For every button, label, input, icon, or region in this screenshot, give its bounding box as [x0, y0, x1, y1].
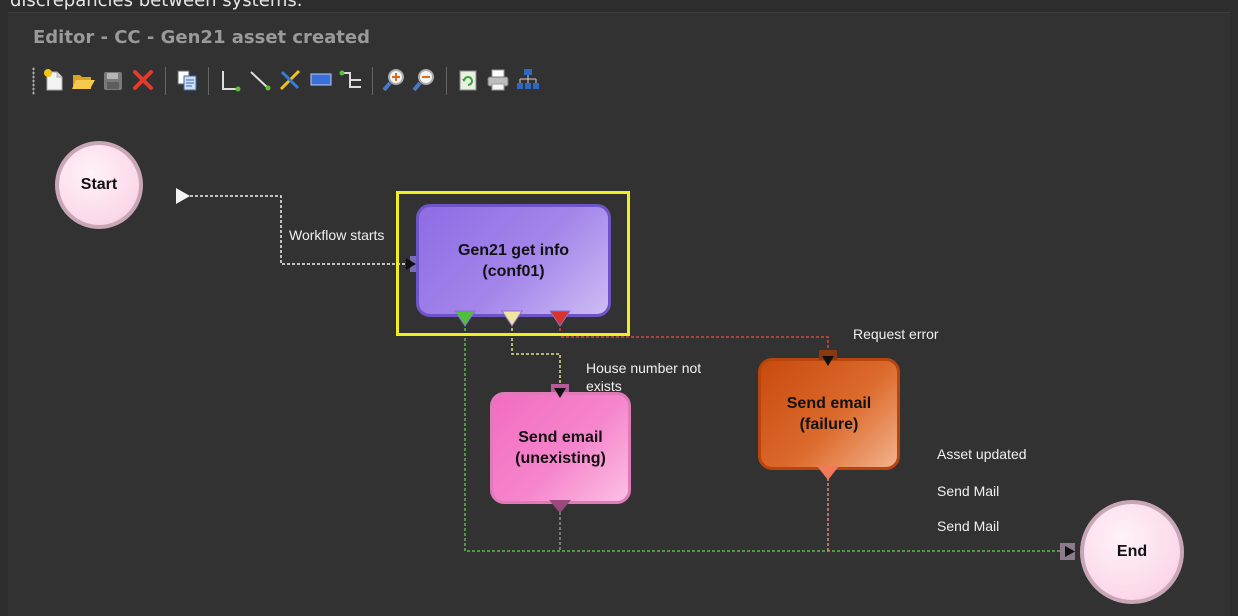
gen21-error-port: [549, 310, 571, 327]
failure-output-port: [817, 466, 839, 480]
node-ports-overlay: [406, 256, 1075, 560]
unexisting-output-port: [549, 500, 571, 513]
failure-input-arrow: [822, 356, 834, 366]
gen21-success-port: [454, 310, 476, 327]
unexisting-input-arrow: [554, 388, 566, 398]
gen21-warning-port: [501, 310, 523, 327]
